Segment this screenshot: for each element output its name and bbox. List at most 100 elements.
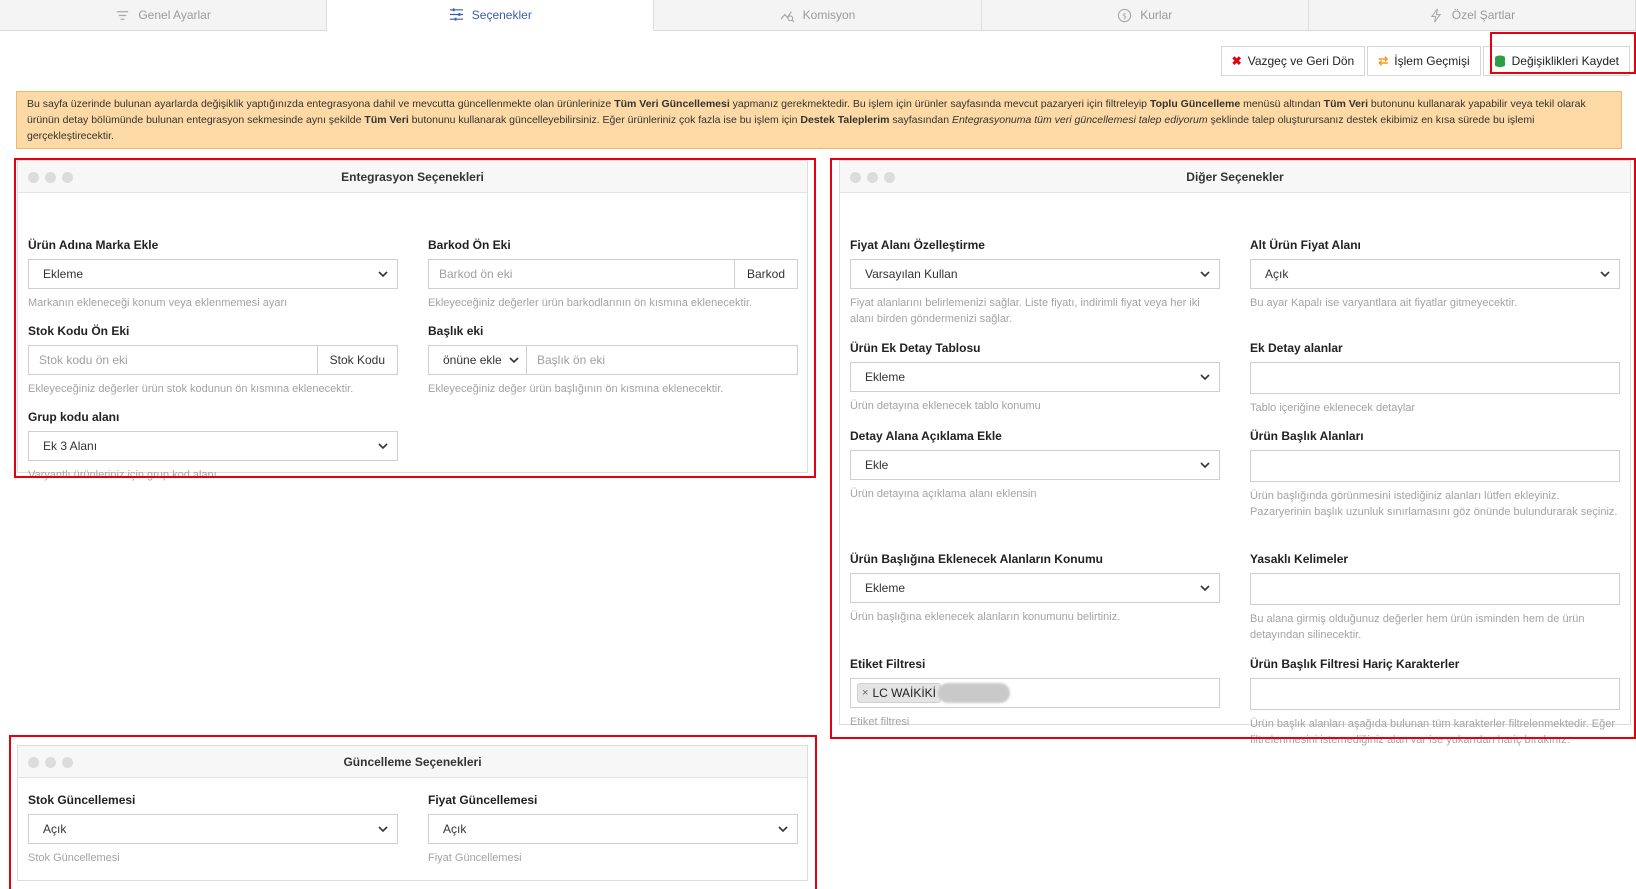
alert-bold: Tüm Veri: [1323, 98, 1369, 110]
alert-bold: Destek Taleplerim: [800, 114, 890, 126]
diger-panel: Diğer Seçenekler Fiyat Alanı Özelleştirm…: [839, 160, 1631, 746]
window-dots: [850, 172, 895, 183]
stok-kodu-field: Stok Kodu Ön Eki Stok kodu ön eki Stok K…: [28, 323, 398, 397]
history-button[interactable]: ⇄ İşlem Geçmişi: [1367, 46, 1481, 76]
field-help: Varyantlı ürünleriniz için grup kod alan…: [28, 469, 217, 481]
fiyat-guncellemesi-select[interactable]: Açık: [428, 814, 798, 844]
field-help: Ürün detayına açıklama alanı eklensin: [850, 488, 1037, 500]
lightning-icon: [1430, 8, 1442, 22]
ek-detay-alan-field: Ek Detay alanlar Tablo içeriğine eklenec…: [1250, 340, 1620, 416]
currency-exchange-icon: $: [1118, 8, 1132, 22]
field-help: Ekleyeceğiniz değerler ürün barkodlarını…: [428, 297, 753, 309]
chart-search-icon: [780, 10, 795, 22]
fiyat-alani-select[interactable]: Varsayılan Kullan: [850, 259, 1220, 289]
chevron-down-icon: [1200, 585, 1210, 592]
chevron-down-icon: [378, 826, 388, 833]
field-help: Ürün başlık alanları aşağıda bulunan tüm…: [1250, 718, 1616, 746]
entegrasyon-panel: Entegrasyon Seçenekleri Ürün Adına Marka…: [17, 160, 808, 481]
tab-genel-ayarlar[interactable]: Genel Ayarlar: [0, 0, 328, 30]
panel-title: Güncelleme Seçenekleri: [343, 754, 482, 769]
alert-text: Bu sayfa üzerinde bulunan ayarlarda deği…: [27, 98, 615, 110]
swap-arrows-icon: ⇄: [1378, 54, 1389, 68]
chevron-down-icon: [378, 443, 388, 450]
field-label: Fiyat Güncellemesi: [428, 793, 538, 807]
alert-italic: Entegrasyonuma tüm veri güncellemesi tal…: [951, 114, 1208, 126]
haric-karakterler-input[interactable]: [1250, 678, 1620, 710]
barkod-input-group: Barkod ön eki Barkod: [428, 259, 798, 289]
alert-text: yapmanız gerekmektedir. Bu işlem için ür…: [729, 98, 1150, 110]
select-value: Ekleme: [43, 267, 84, 281]
etiket-filtresi-input[interactable]: × LC WAİKİKİ: [850, 678, 1220, 708]
chevron-down-icon: [1200, 271, 1210, 278]
cancel-button[interactable]: ✖ Vazgeç ve Geri Dön: [1220, 46, 1366, 76]
field-label: Stok Kodu Ön Eki: [28, 324, 130, 338]
stok-kodu-addon: Stok Kodu: [317, 345, 398, 375]
field-help: Bu ayar Kapalı ise varyantlara ait fiyat…: [1250, 297, 1518, 309]
baslik-eki-input-group: önüne ekle Başlık ön eki: [428, 345, 798, 375]
field-label: Alt Ürün Fiyat Alanı: [1250, 238, 1361, 252]
tab-secenekler[interactable]: Seçenekler: [327, 0, 655, 31]
tag-label: LC WAİKİKİ: [872, 686, 937, 700]
tab-komisyon[interactable]: Komisyon: [654, 0, 982, 30]
field-label: Barkod Ön Eki: [428, 238, 511, 252]
chevron-down-icon: [378, 271, 388, 278]
select-value: Ek 3 Alanı: [43, 439, 98, 453]
history-button-label: İşlem Geçmişi: [1394, 54, 1470, 68]
etiket-filtresi-field: Etiket Filtresi × LC WAİKİKİ Etiket filt…: [850, 656, 1220, 730]
fiyat-guncellemesi-field: Fiyat Güncellemesi Açık Fiyat Güncelleme…: [428, 792, 798, 866]
panel-header: Güncelleme Seçenekleri: [18, 746, 807, 778]
select-value: önüne ekle: [443, 353, 502, 367]
baslik-konum-select[interactable]: Ekleme: [850, 573, 1220, 603]
marka-field: Ürün Adına Marka Ekle Ekleme Markanın ek…: [28, 237, 398, 311]
field-help: Ürün detayına eklenecek tablo konumu: [850, 400, 1041, 412]
panel-header: Diğer Seçenekler: [840, 161, 1630, 193]
yasakli-kelimeler-input[interactable]: [1250, 573, 1620, 605]
tab-label: Komisyon: [802, 8, 856, 22]
ek-detay-tablo-select[interactable]: Ekleme: [850, 362, 1220, 392]
field-help: Ekleyeceğiniz değer ürün başlığının ön k…: [428, 383, 724, 395]
grup-kodu-select[interactable]: Ek 3 Alanı: [28, 431, 398, 461]
field-help: Ürün başlığına eklenecek alanların konum…: [850, 611, 1121, 623]
field-help: Markanın ekleneceği konum veya eklenmeme…: [28, 297, 288, 309]
sliders-icon: [449, 8, 463, 21]
chevron-down-icon: [509, 357, 519, 364]
tab-bar: Genel Ayarlar Seçenekler Komisyon $ Kurl…: [0, 0, 1636, 31]
field-help: Fiyat alanlarını belirlemenizi sağlar. L…: [850, 297, 1200, 325]
alt-urun-fiyat-field: Alt Ürün Fiyat Alanı Açık Bu ayar Kapalı…: [1250, 237, 1620, 311]
redacted-blur: [938, 683, 1011, 703]
alert-text: butonunu kullanarak güncelleyebilirsiniz…: [408, 114, 801, 126]
remove-tag-icon[interactable]: ×: [862, 687, 868, 699]
baslik-eki-input[interactable]: Başlık ön eki: [526, 345, 798, 375]
window-dots: [28, 757, 73, 768]
field-label: Ürün Başlık Filtresi Hariç Karakterler: [1250, 657, 1460, 671]
chevron-down-icon: [1200, 462, 1210, 469]
field-help: Bu alana girmiş olduğunuz değerler hem ü…: [1250, 613, 1585, 641]
window-dots: [28, 172, 73, 183]
select-value: Açık: [43, 822, 67, 836]
ek-detay-alan-input[interactable]: [1250, 362, 1620, 394]
alert-bold: Tüm Veri Güncellemesi: [614, 98, 730, 110]
select-value: Açık: [443, 822, 467, 836]
baslik-eki-position-select[interactable]: önüne ekle: [428, 345, 526, 375]
save-button[interactable]: Değişiklikleri Kaydet: [1482, 46, 1630, 76]
field-label: Stok Güncellemesi: [28, 793, 136, 807]
aciklama-field: Detay Alana Açıklama Ekle Ekle Ürün deta…: [850, 428, 1220, 502]
fiyat-alani-field: Fiyat Alanı Özelleştirme Varsayılan Kull…: [850, 237, 1220, 327]
field-label: Başlık eki: [428, 324, 484, 338]
stok-guncellemesi-field: Stok Güncellemesi Açık Stok Güncellemesi: [28, 792, 398, 866]
marka-select[interactable]: Ekleme: [28, 259, 398, 289]
barkod-input[interactable]: Barkod ön eki: [428, 259, 735, 289]
field-help: Etiket filtresi: [850, 716, 910, 728]
aciklama-select[interactable]: Ekle: [850, 450, 1220, 480]
tab-kurlar[interactable]: $ Kurlar: [981, 0, 1309, 30]
tab-ozel-sartlar[interactable]: Özel Şartlar: [1308, 0, 1636, 30]
guncelleme-panel: Güncelleme Seçenekleri Stok Güncellemesi…: [17, 745, 808, 881]
close-icon: ✖: [1231, 54, 1242, 68]
baslik-alanlari-input[interactable]: [1250, 450, 1620, 482]
field-label: Ürün Başlığına Eklenecek Alanların Konum…: [850, 552, 1103, 566]
stok-guncellemesi-select[interactable]: Açık: [28, 814, 398, 844]
stok-kodu-input[interactable]: Stok kodu ön eki: [28, 345, 318, 375]
field-help: Ürün başlığında görünmesini istediğiniz …: [1250, 490, 1618, 518]
alt-urun-fiyat-select[interactable]: Açık: [1250, 259, 1620, 289]
grup-kodu-field: Grup kodu alanı Ek 3 Alanı Varyantlı ürü…: [28, 409, 398, 483]
